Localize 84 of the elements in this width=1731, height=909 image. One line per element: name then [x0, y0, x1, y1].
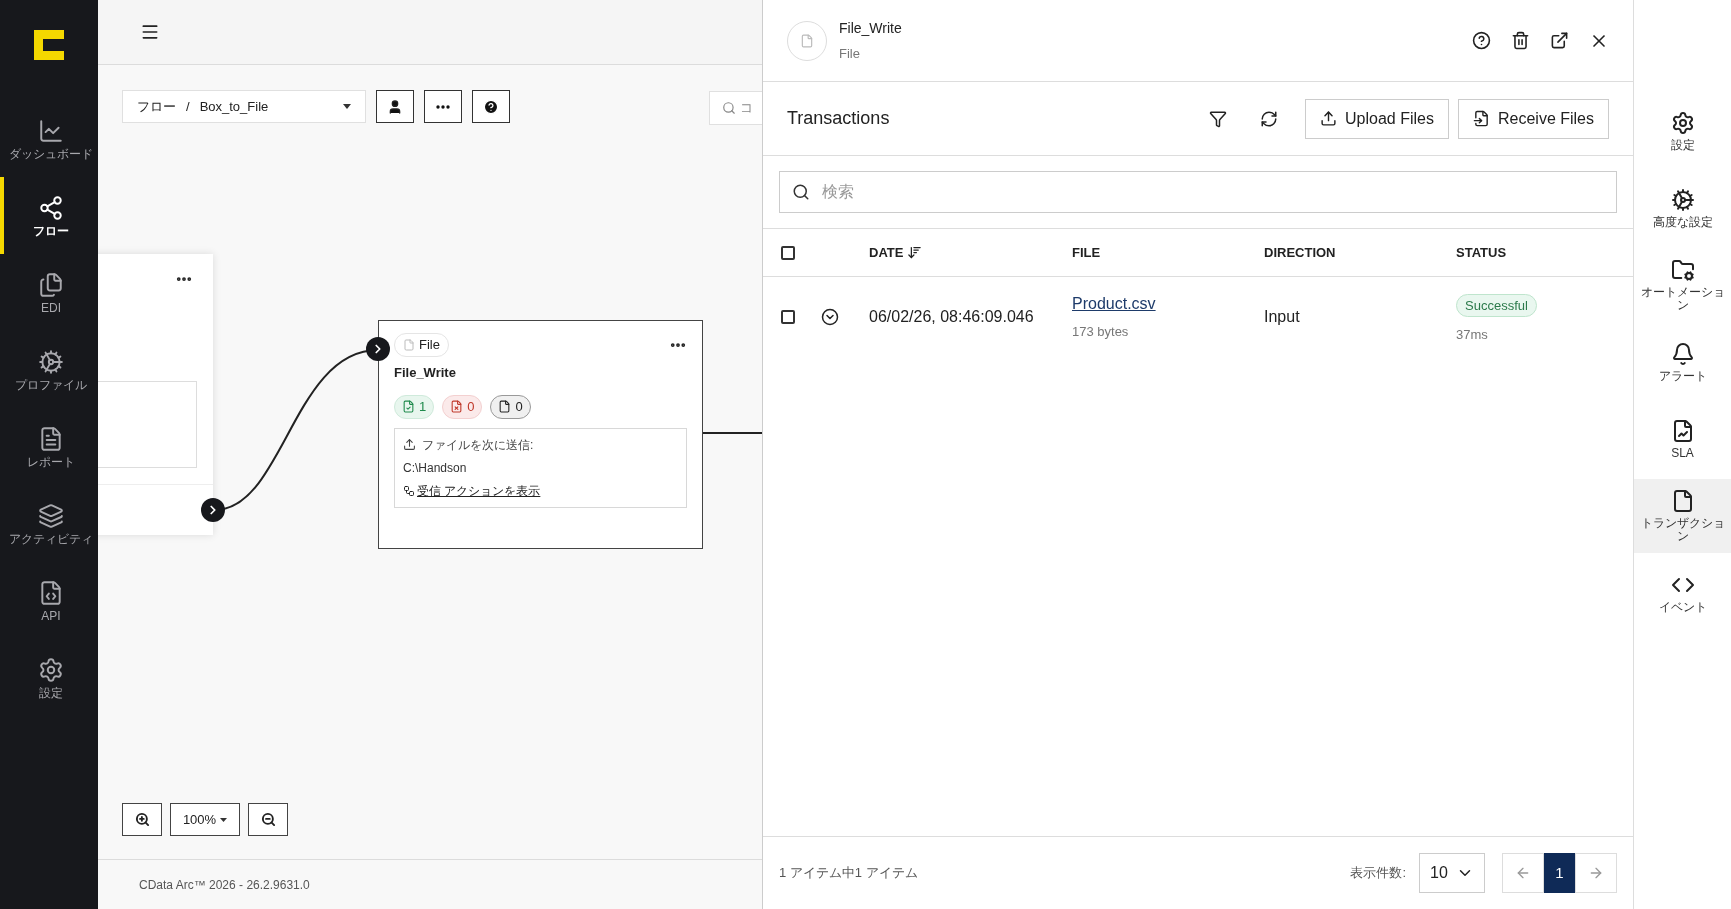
sidebar-item[interactable]: API: [0, 562, 98, 639]
sidebar-item[interactable]: ダッシュボード: [0, 100, 98, 177]
caret-icon: [343, 104, 351, 109]
section-title: Transactions: [787, 107, 890, 130]
outgoing-connector-line: [703, 432, 762, 434]
file-count-badge[interactable]: 0: [490, 394, 531, 419]
panel-nav-icon: [1670, 258, 1695, 282]
search-icon: [792, 183, 810, 201]
node-title: File_Write: [394, 364, 457, 382]
date-cell-text: 06/02/26, 08:46:09.046: [869, 307, 1035, 327]
nav-icon: [38, 348, 64, 375]
version-text: CData Arc™ 2026 - 26.2.9631.0: [139, 876, 310, 894]
more-button[interactable]: [424, 90, 462, 123]
panel-subtitle: File: [839, 44, 861, 63]
canvas-search-field[interactable]: コ: [709, 91, 762, 125]
file-link[interactable]: Product.csv: [1072, 292, 1156, 317]
zoom-in-icon: [134, 812, 150, 827]
page-size-label: 表示件数:: [1350, 864, 1406, 883]
file-count-badge[interactable]: 0: [442, 394, 483, 419]
output-port[interactable]: [201, 498, 225, 522]
sort-icon: [907, 245, 923, 260]
nav-icon: [38, 656, 64, 683]
direction-cell-text: Input: [1264, 307, 1301, 327]
input-port[interactable]: [366, 337, 390, 361]
flow-node-card[interactable]: [98, 254, 213, 535]
sidebar-item[interactable]: EDI: [0, 254, 98, 331]
flow-node-card[interactable]: File File_Write 1 0 0 ファイルを次に送信: C:\Handson 受信 アクションを表示: [378, 320, 703, 549]
panel-title: File_Write: [839, 18, 902, 38]
refresh-icon[interactable]: [1260, 109, 1279, 128]
select-all-checkbox[interactable]: [781, 245, 795, 260]
more-icon: [436, 104, 450, 109]
help-icon[interactable]: [1472, 31, 1491, 50]
panel-nav-icon: [1670, 187, 1695, 212]
zoom-out-button[interactable]: [248, 803, 288, 836]
arrow-right-icon: [1588, 865, 1604, 881]
sidebar-item[interactable]: アクティビティ: [0, 485, 98, 562]
item-count-text: 1 アイテム中1 アイテム: [779, 864, 918, 883]
duration-text: 37ms: [1456, 325, 1489, 344]
filter-icon[interactable]: [1209, 109, 1228, 128]
zoom-in-button[interactable]: [122, 803, 162, 836]
zoom-level-dropdown[interactable]: 100%: [170, 803, 240, 836]
user-button[interactable]: [376, 90, 414, 123]
page-size-dropdown[interactable]: 10: [1419, 853, 1485, 893]
column-header[interactable]: DATE: [869, 242, 923, 263]
delete-icon[interactable]: [1511, 31, 1530, 50]
nav-icon: [38, 579, 64, 606]
panel-nav-icon: [1670, 341, 1695, 366]
search-icon: [722, 101, 736, 115]
arrow-left-icon: [1515, 865, 1531, 881]
destination-path: C:\Handson: [403, 459, 468, 477]
sidebar-item[interactable]: プロファイル: [0, 331, 98, 408]
upload-icon: [403, 438, 416, 451]
node-type-text: File: [419, 336, 440, 355]
sidebar-item[interactable]: レポート: [0, 408, 98, 485]
zoom-out-icon: [260, 812, 276, 827]
caret-icon: [220, 817, 228, 822]
toolbar-button[interactable]: Upload Files: [1305, 98, 1449, 139]
panel-nav-icon: [1670, 110, 1695, 135]
page-button[interactable]: 1: [1544, 853, 1575, 893]
nav-icon: [38, 271, 64, 298]
show-receive-action-link[interactable]: 受信 アクションを表示: [403, 481, 678, 500]
logo-icon: [34, 30, 64, 60]
column-header[interactable]: DIRECTION: [1264, 242, 1336, 263]
flow-breadcrumb-dropdown[interactable]: フロー / Box_to_File: [122, 90, 366, 123]
menu-icon[interactable]: [140, 22, 160, 42]
toolbar-button[interactable]: Receive Files: [1457, 98, 1609, 139]
nav-icon: [38, 502, 64, 529]
column-header[interactable]: FILE: [1072, 242, 1101, 263]
file-size: 173 bytes: [1072, 323, 1130, 342]
user-icon: [387, 98, 403, 115]
row-checkbox[interactable]: [781, 310, 795, 324]
sidebar-item[interactable]: 設定: [0, 639, 98, 716]
nav-icon: [38, 194, 64, 221]
help-icon: [483, 98, 499, 115]
nav-icon: [38, 425, 64, 452]
status-badge: Successful: [1456, 293, 1537, 317]
panel-nav-item[interactable]: トランザクション: [1634, 479, 1731, 553]
send-label: ファイルを次に送信:: [403, 435, 678, 454]
expand-row-icon[interactable]: [821, 308, 839, 326]
file-count-badge[interactable]: 1: [394, 394, 435, 419]
open-external-icon[interactable]: [1550, 31, 1569, 50]
help-button[interactable]: [472, 90, 510, 123]
column-header[interactable]: STATUS: [1456, 242, 1507, 263]
nav-icon: [38, 117, 64, 144]
